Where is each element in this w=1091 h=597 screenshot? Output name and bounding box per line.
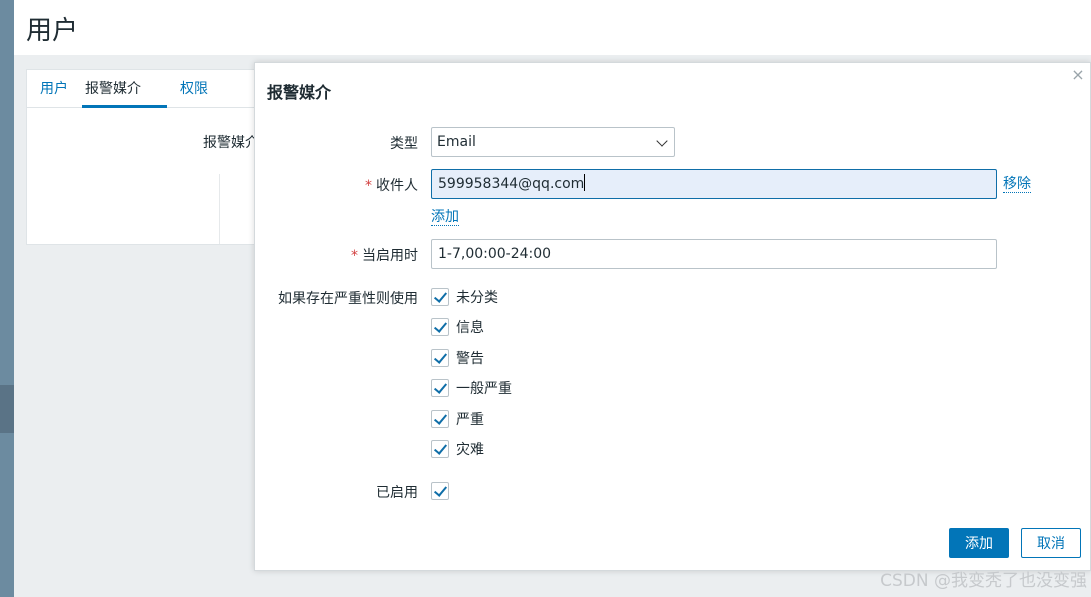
add-recipient-link[interactable]: 添加 <box>431 209 459 226</box>
when-active-label-text: 当启用时 <box>362 248 418 264</box>
severity-row-average[interactable]: 一般严重 <box>431 378 512 398</box>
recipient-label: * 收件人 <box>218 175 418 195</box>
add-button[interactable]: 添加 <box>949 528 1009 558</box>
enabled-checkbox[interactable] <box>431 482 449 500</box>
severity-label: 如果存在严重性则使用 <box>278 291 418 307</box>
close-icon[interactable]: × <box>1070 65 1086 85</box>
checkbox-checked[interactable] <box>431 440 449 458</box>
type-select-value: Email <box>437 134 476 150</box>
recipient-input-value: 599958344@qq.com <box>438 176 585 192</box>
enabled-label: 已启用 <box>376 485 418 501</box>
checkbox-checked[interactable] <box>431 379 449 397</box>
tab-permissions[interactable]: 权限 <box>177 78 211 108</box>
sidebar-band <box>0 385 14 433</box>
when-active-label: * 当启用时 <box>218 245 418 265</box>
watermark: CSDN @我变秃了也没变强 <box>880 571 1087 591</box>
severity-row-information[interactable]: 信息 <box>431 317 484 337</box>
tab-bar: 用户 报警媒介 权限 <box>27 70 285 108</box>
dialog-title: 报警媒介 <box>267 83 332 102</box>
page-title: 用户 <box>26 16 79 46</box>
user-form-panel: 用户 报警媒介 权限 报警媒介 <box>26 69 286 245</box>
text-caret <box>584 174 586 191</box>
required-marker: * <box>351 248 358 264</box>
remove-recipient-link[interactable]: 移除 <box>1003 176 1031 193</box>
recipient-label-text: 收件人 <box>376 178 418 194</box>
type-select[interactable]: Email <box>431 127 675 157</box>
severity-label-text: 灾难 <box>456 442 484 458</box>
checkbox-checked[interactable] <box>431 410 449 428</box>
media-dialog: 报警媒介 × 类型 Email * 收件人 599958344@qq.com 移除… <box>254 62 1091 571</box>
checkbox-checked[interactable] <box>431 318 449 336</box>
tab-media[interactable]: 报警媒介 <box>82 78 167 108</box>
tab-user[interactable]: 用户 <box>37 78 71 108</box>
severity-row-disaster[interactable]: 灾难 <box>431 439 484 459</box>
when-active-input[interactable]: 1-7,00:00-24:00 <box>431 239 997 269</box>
severity-row-high[interactable]: 严重 <box>431 409 484 429</box>
severity-label-text: 一般严重 <box>456 381 512 397</box>
severity-label-text: 未分类 <box>456 290 498 306</box>
recipient-input[interactable]: 599958344@qq.com <box>431 169 997 199</box>
severity-row-not-classified[interactable]: 未分类 <box>431 287 498 307</box>
severity-label-text: 信息 <box>456 320 484 336</box>
severity-label-text: 警告 <box>456 351 484 367</box>
checkbox-checked[interactable] <box>431 349 449 367</box>
page-header: 用户 <box>14 0 1091 55</box>
enabled-row[interactable] <box>431 481 456 501</box>
severity-row-warning[interactable]: 警告 <box>431 348 484 368</box>
when-active-input-value: 1-7,00:00-24:00 <box>438 246 552 262</box>
checkbox-checked[interactable] <box>431 288 449 306</box>
cancel-button[interactable]: 取消 <box>1021 528 1081 558</box>
sidebar-strip <box>0 0 14 597</box>
severity-label-text: 严重 <box>456 412 484 428</box>
required-marker: * <box>365 178 372 194</box>
chevron-down-icon <box>656 135 668 147</box>
type-label: 类型 <box>390 136 418 152</box>
